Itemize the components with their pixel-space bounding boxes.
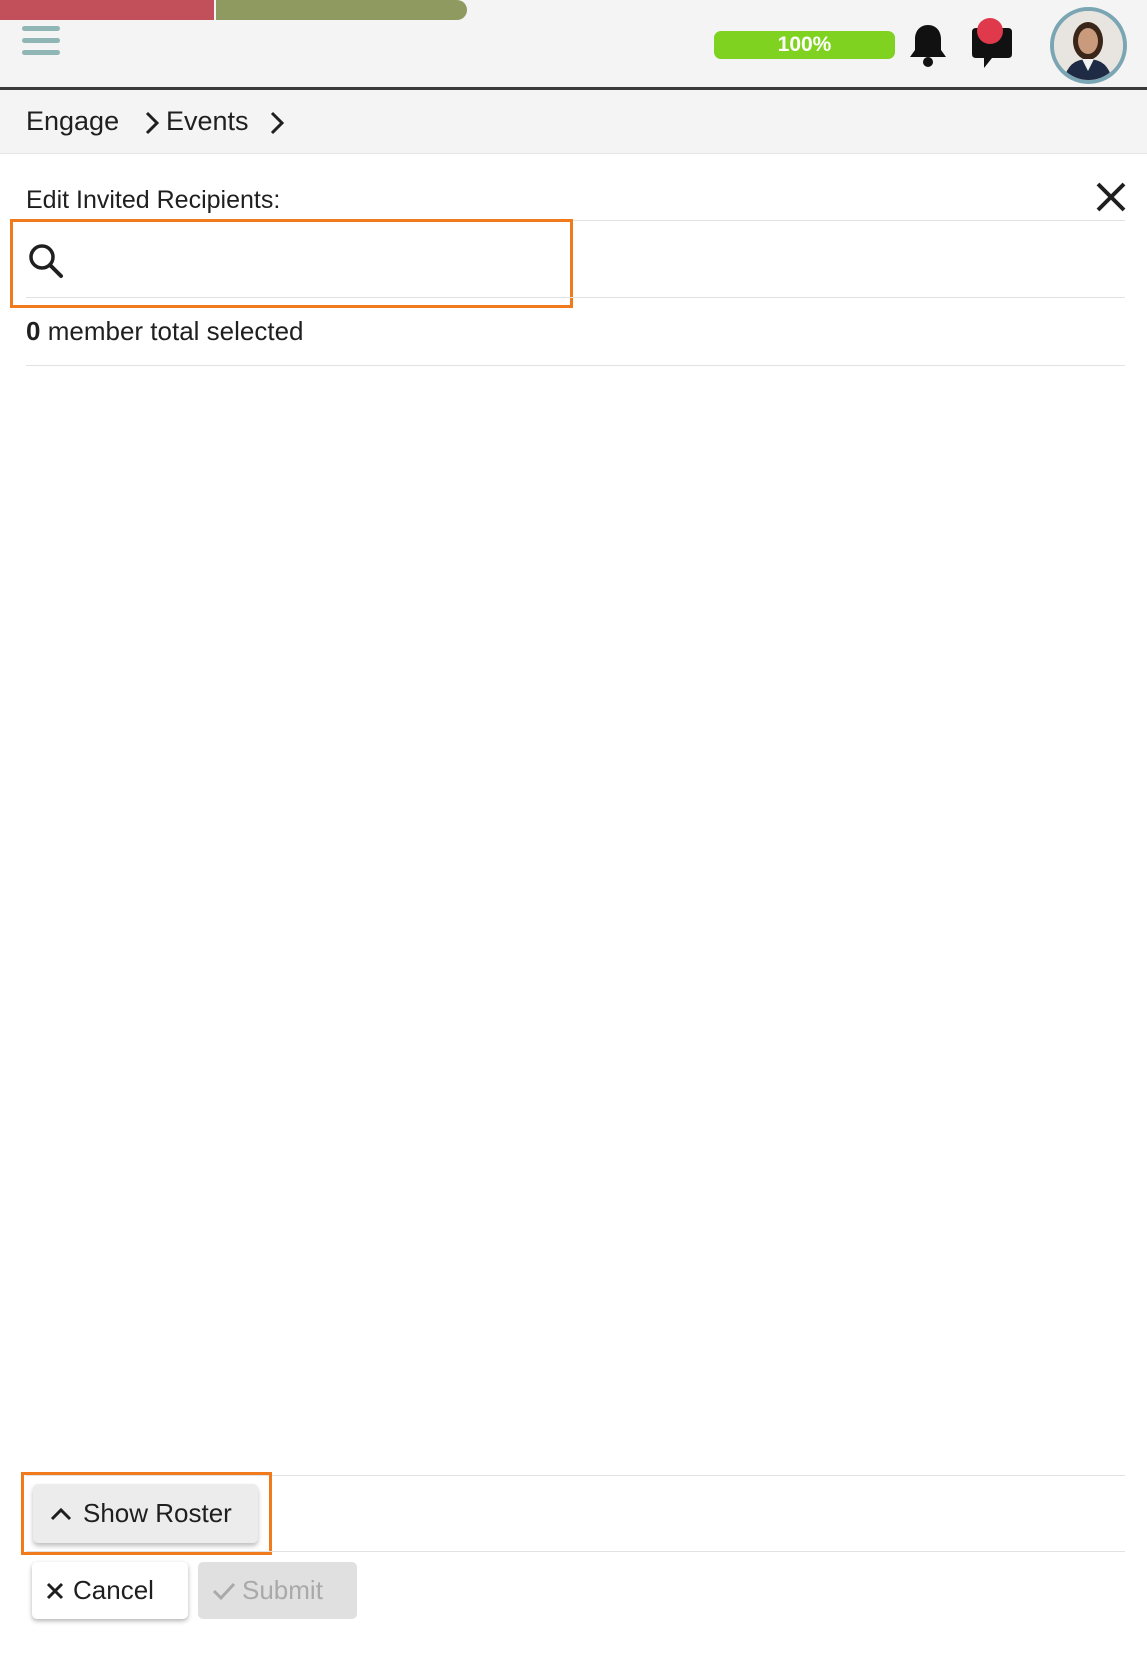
progress-segment-red (0, 0, 214, 20)
submit-button[interactable]: Submit (198, 1562, 357, 1619)
cancel-button[interactable]: Cancel (32, 1562, 188, 1619)
dialog-title: Edit Invited Recipients: (26, 186, 281, 214)
breadcrumb: Engage Events (0, 90, 1147, 154)
divider (26, 365, 1125, 366)
selected-count-number: 0 (26, 316, 41, 346)
cancel-label: Cancel (73, 1575, 154, 1605)
check-icon (212, 1582, 236, 1600)
search-field[interactable] (10, 219, 573, 308)
completion-badge: 100% (714, 31, 895, 59)
avatar[interactable] (1050, 7, 1127, 84)
chevron-up-icon (50, 1507, 72, 1520)
divider (26, 1551, 1125, 1552)
selected-count: 0 member total selected (26, 316, 304, 347)
chevron-right-icon (145, 111, 160, 135)
bell-icon[interactable] (908, 22, 948, 68)
menu-icon[interactable] (22, 26, 62, 62)
close-icon (46, 1582, 64, 1599)
search-icon (29, 244, 63, 278)
selected-count-label: member total selected (47, 316, 304, 346)
breadcrumb-engage[interactable]: Engage (26, 106, 119, 137)
progress-segment-olive (216, 0, 467, 20)
submit-label: Submit (242, 1575, 323, 1605)
breadcrumb-events[interactable]: Events (166, 106, 249, 137)
search-input[interactable] (83, 232, 553, 292)
top-bar: 100% (0, 0, 1147, 90)
show-roster-label: Show Roster (83, 1498, 232, 1528)
chat-icon[interactable] (968, 18, 1016, 70)
show-roster-highlight: Show Roster (21, 1472, 272, 1555)
show-roster-button[interactable]: Show Roster (33, 1484, 258, 1543)
chevron-right-icon (270, 111, 285, 135)
divider (26, 297, 1125, 298)
profile-photo (1054, 11, 1123, 80)
close-icon[interactable] (1094, 180, 1128, 214)
